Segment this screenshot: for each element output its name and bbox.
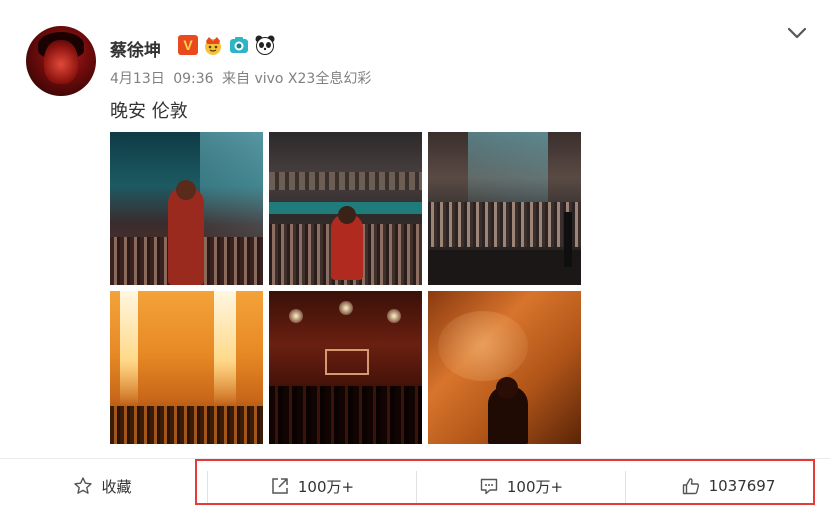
closeup-orange-photo[interactable] bbox=[428, 291, 581, 444]
avatar[interactable] bbox=[26, 26, 96, 96]
username[interactable]: 蔡徐坤 bbox=[110, 36, 161, 61]
annotation-highlight-box bbox=[195, 459, 815, 505]
favorite-button[interactable]: 收藏 bbox=[0, 459, 205, 513]
crown-emoji-icon[interactable] bbox=[202, 34, 224, 56]
kun-sign-crowd-photo[interactable] bbox=[269, 291, 422, 444]
crowd-wide-photo[interactable] bbox=[428, 132, 581, 285]
stage-seated-photo[interactable] bbox=[269, 132, 422, 285]
star-icon bbox=[74, 477, 93, 494]
post-date[interactable]: 4月13日 bbox=[110, 71, 165, 87]
image-gallery bbox=[110, 132, 582, 444]
user-badges: V bbox=[178, 34, 276, 56]
post-time[interactable]: 09:36 bbox=[173, 71, 213, 87]
post-source[interactable]: 来自 vivo X23全息幻彩 bbox=[222, 71, 371, 87]
favorite-label: 收藏 bbox=[101, 477, 132, 496]
chevron-down-icon[interactable] bbox=[786, 25, 808, 41]
post-text: 晚安 伦敦 bbox=[110, 101, 188, 122]
camera-emoji-icon[interactable] bbox=[228, 34, 250, 56]
stage-back-view-photo[interactable] bbox=[110, 132, 263, 285]
weibo-post-card: 蔡徐坤 V 4月13日 09:36 来自 vivo X23全息幻彩 晚安 伦敦 … bbox=[0, 0, 830, 513]
post-meta: 4月13日 09:36 来自 vivo X23全息幻彩 bbox=[110, 68, 375, 88]
panda-emoji-icon[interactable] bbox=[254, 34, 276, 56]
verified-badge-icon[interactable]: V bbox=[178, 35, 198, 55]
pyrotechnics-photo[interactable] bbox=[110, 291, 263, 444]
